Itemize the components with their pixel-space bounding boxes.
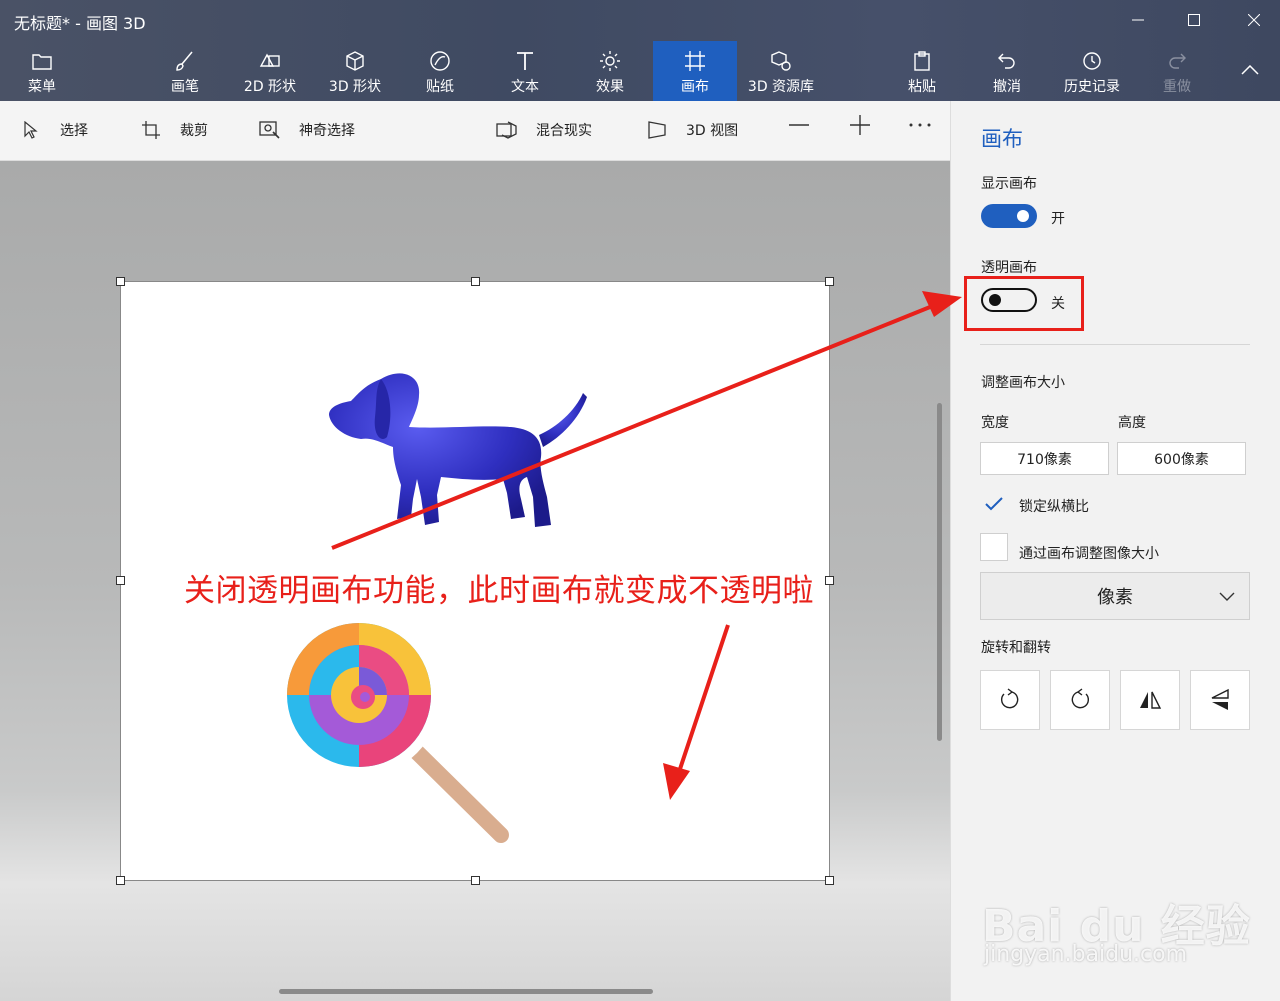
annotation-arrows — [331, 291, 962, 800]
baidu-watermark: Bai du 经验 jingyan.baidu.com — [980, 860, 1280, 1000]
watermark-sub: jingyan.baidu.com — [984, 942, 1188, 967]
